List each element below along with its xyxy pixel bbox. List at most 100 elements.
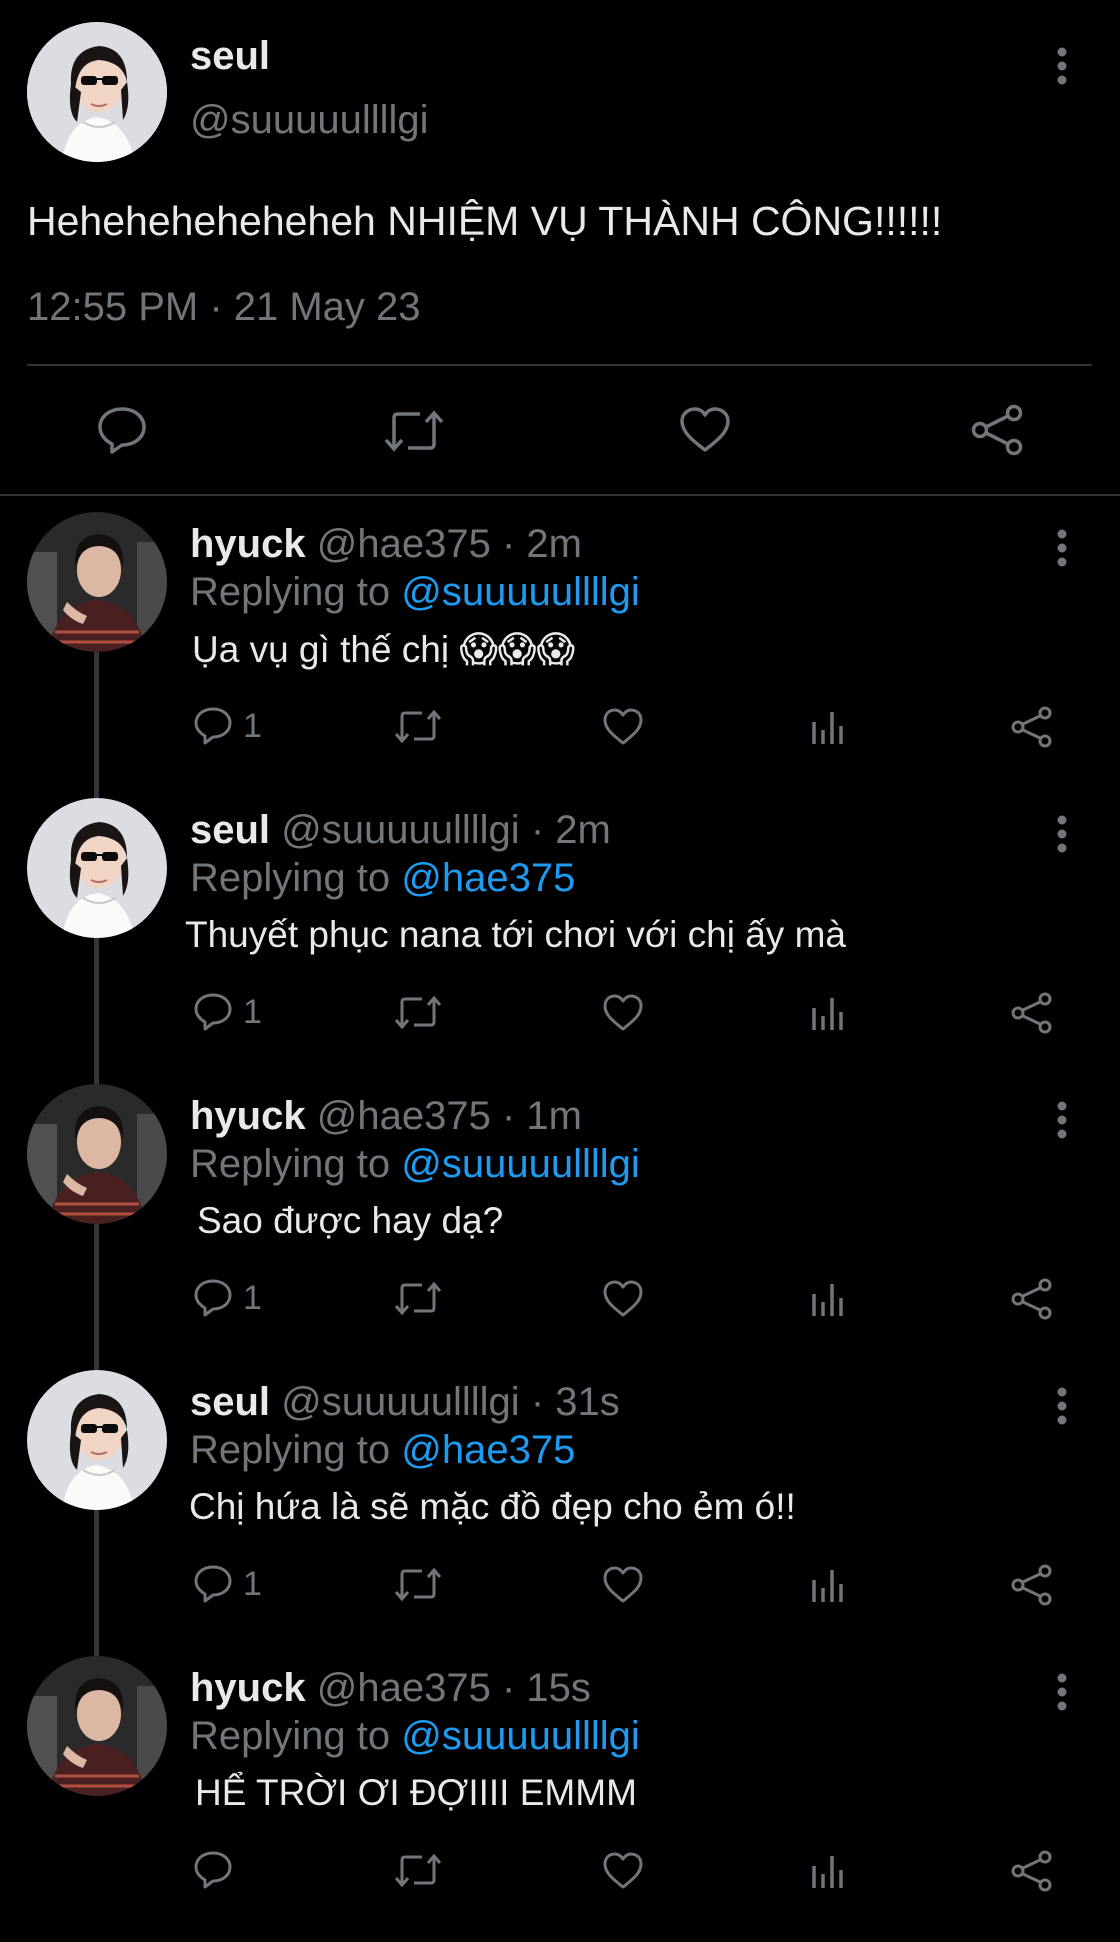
more-options-icon[interactable] bbox=[1042, 1376, 1082, 1436]
thread-line bbox=[94, 1510, 99, 1656]
reply-header: seul @suuuuullllgi · 2m bbox=[190, 808, 611, 853]
reply-time: · 31s bbox=[530, 1380, 620, 1424]
section-divider bbox=[0, 494, 1120, 496]
reply-handle[interactable]: @suuuuullllgi bbox=[281, 808, 520, 852]
replying-to-line: Replying to @hae375 bbox=[190, 856, 575, 901]
reply-count: 1 bbox=[243, 1564, 262, 1603]
reply-text: Ụa vụ gì thế chị 😱😱😱 bbox=[192, 629, 576, 670]
replying-to-link[interactable]: @suuuuullllgi bbox=[401, 570, 640, 614]
avatar-hyuck[interactable] bbox=[27, 1084, 167, 1224]
divider bbox=[27, 364, 1092, 366]
reply-tweet: hyuck @hae375 · 15s Replying to @suuuuul… bbox=[0, 1656, 1120, 1942]
thread-line bbox=[94, 1224, 99, 1370]
reply-display-name[interactable]: hyuck bbox=[190, 522, 306, 566]
reply-tweet: seul @suuuuullllgi · 31s Replying to @ha… bbox=[0, 1370, 1120, 1656]
reply-display-name[interactable]: hyuck bbox=[190, 1666, 306, 1710]
replying-to-label: Replying to bbox=[190, 570, 391, 614]
reply-tweet: hyuck @hae375 · 2m Replying to @suuuuull… bbox=[0, 512, 1120, 798]
reply-time: · 15s bbox=[501, 1666, 591, 1710]
share-icon[interactable] bbox=[970, 404, 1026, 456]
reply-icon[interactable]: 1 bbox=[193, 706, 262, 746]
reply-header: hyuck @hae375 · 15s bbox=[190, 1666, 591, 1711]
replying-to-link[interactable]: @suuuuullllgi bbox=[401, 1142, 640, 1186]
replying-to-line: Replying to @suuuuullllgi bbox=[190, 570, 640, 615]
reply-icon[interactable]: 1 bbox=[193, 1278, 262, 1318]
reply-time: · 2m bbox=[530, 808, 611, 852]
avatar-seul[interactable] bbox=[27, 1370, 167, 1510]
reply-display-name[interactable]: seul bbox=[190, 1380, 270, 1424]
reply-display-name[interactable]: hyuck bbox=[190, 1094, 306, 1138]
retweet-icon[interactable] bbox=[394, 1566, 442, 1602]
more-options-icon[interactable] bbox=[1042, 1090, 1082, 1150]
reply-text: HỂ TRỜI ƠI ĐỢIIII EMMM bbox=[195, 1772, 637, 1813]
avatar-seul[interactable] bbox=[27, 798, 167, 938]
replying-to-line: Replying to @suuuuullllgi bbox=[190, 1142, 640, 1187]
replying-to-label: Replying to bbox=[190, 1428, 391, 1472]
like-icon[interactable] bbox=[602, 1852, 644, 1890]
reply-header: seul @suuuuullllgi · 31s bbox=[190, 1380, 620, 1425]
reply-text: Sao được hay dạ? bbox=[197, 1200, 504, 1241]
views-icon[interactable] bbox=[810, 994, 846, 1032]
replying-to-label: Replying to bbox=[190, 1142, 391, 1186]
more-options-icon[interactable] bbox=[1042, 804, 1082, 864]
reply-handle[interactable]: @suuuuullllgi bbox=[281, 1380, 520, 1424]
retweet-icon[interactable] bbox=[394, 1280, 442, 1316]
replying-to-link[interactable]: @hae375 bbox=[401, 856, 575, 900]
share-icon[interactable] bbox=[1010, 1564, 1054, 1606]
more-options-icon[interactable] bbox=[1042, 1662, 1082, 1722]
avatar-hyuck[interactable] bbox=[27, 1656, 167, 1796]
main-tweet-timestamp[interactable]: 12:55 PM · 21 May 23 bbox=[27, 285, 421, 330]
reply-tweet: hyuck @hae375 · 1m Replying to @suuuuull… bbox=[0, 1084, 1120, 1370]
share-icon[interactable] bbox=[1010, 1850, 1054, 1892]
reply-header: hyuck @hae375 · 2m bbox=[190, 522, 582, 567]
reply-tweet: seul @suuuuullllgi · 2m Replying to @hae… bbox=[0, 798, 1120, 1084]
share-icon[interactable] bbox=[1010, 706, 1054, 748]
reply-count: 1 bbox=[243, 1278, 262, 1317]
like-icon[interactable] bbox=[602, 1566, 644, 1604]
reply-time: · 1m bbox=[501, 1094, 582, 1138]
main-display-name[interactable]: seul bbox=[190, 34, 270, 79]
replying-to-link[interactable]: @hae375 bbox=[401, 1428, 575, 1472]
reply-handle[interactable]: @hae375 bbox=[317, 522, 491, 566]
main-tweet-text: Heheheheheheheh NHIỆM VỤ THÀNH CÔNG!!!!!… bbox=[27, 198, 943, 244]
share-icon[interactable] bbox=[1010, 1278, 1054, 1320]
reply-text: Thuyết phục nana tới chơi với chị ấy mà bbox=[185, 914, 846, 955]
replying-to-line: Replying to @suuuuullllgi bbox=[190, 1714, 640, 1759]
replying-to-line: Replying to @hae375 bbox=[190, 1428, 575, 1473]
views-icon[interactable] bbox=[810, 708, 846, 746]
thread-line bbox=[94, 938, 99, 1084]
like-icon[interactable] bbox=[678, 406, 732, 454]
retweet-icon[interactable] bbox=[384, 408, 444, 454]
thread-line bbox=[94, 652, 99, 798]
views-icon[interactable] bbox=[810, 1280, 846, 1318]
retweet-icon[interactable] bbox=[394, 708, 442, 744]
reply-icon[interactable] bbox=[193, 1850, 243, 1890]
retweet-icon[interactable] bbox=[394, 1852, 442, 1888]
reply-handle[interactable]: @hae375 bbox=[317, 1666, 491, 1710]
reply-handle[interactable]: @hae375 bbox=[317, 1094, 491, 1138]
reply-display-name[interactable]: seul bbox=[190, 808, 270, 852]
more-options-icon[interactable] bbox=[1042, 518, 1082, 578]
retweet-icon[interactable] bbox=[394, 994, 442, 1030]
reply-text: Chị hứa là sẽ mặc đồ đẹp cho ẻm ó!! bbox=[189, 1486, 796, 1527]
share-icon[interactable] bbox=[1010, 992, 1054, 1034]
like-icon[interactable] bbox=[602, 1280, 644, 1318]
avatar-seul[interactable] bbox=[27, 22, 167, 162]
main-handle[interactable]: @suuuuullllgi bbox=[190, 98, 429, 143]
reply-icon[interactable] bbox=[96, 405, 148, 455]
reply-header: hyuck @hae375 · 1m bbox=[190, 1094, 582, 1139]
reply-icon[interactable]: 1 bbox=[193, 1564, 262, 1604]
more-options-icon[interactable] bbox=[1042, 36, 1082, 96]
reply-icon[interactable]: 1 bbox=[193, 992, 262, 1032]
views-icon[interactable] bbox=[810, 1566, 846, 1604]
like-icon[interactable] bbox=[602, 708, 644, 746]
views-icon[interactable] bbox=[810, 1852, 846, 1890]
like-icon[interactable] bbox=[602, 994, 644, 1032]
replying-to-link[interactable]: @suuuuullllgi bbox=[401, 1714, 640, 1758]
avatar-hyuck[interactable] bbox=[27, 512, 167, 652]
replying-to-label: Replying to bbox=[190, 1714, 391, 1758]
reply-count: 1 bbox=[243, 706, 262, 745]
reply-count: 1 bbox=[243, 992, 262, 1031]
main-tweet: seul @suuuuullllgi Heheheheheheheh NHIỆM… bbox=[0, 0, 1120, 496]
replying-to-label: Replying to bbox=[190, 856, 391, 900]
